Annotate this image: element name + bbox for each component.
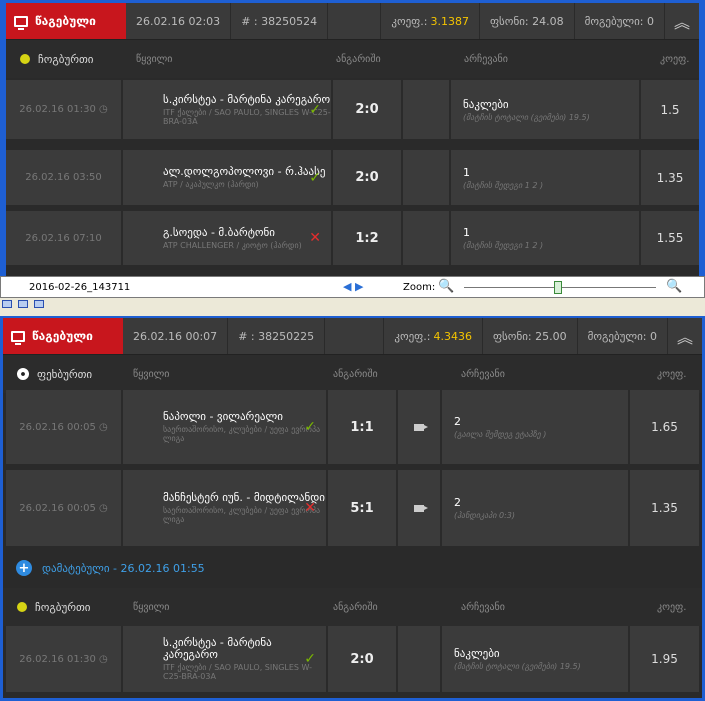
bet-row: 26.02.16 07:10 გ.სოედა - მ.ბარტონი ATP CH… — [6, 211, 699, 265]
window-icon[interactable] — [2, 300, 12, 308]
window-icon[interactable] — [18, 300, 28, 308]
bet-row: 26.02.16 03:50 ალ.დოლგოპოლოვი - რ.ჰაასე A… — [6, 150, 699, 205]
sport-label: ფეხბურთი — [3, 368, 133, 381]
ticket-number: # : 38250225 — [228, 318, 326, 354]
video-camera-icon[interactable] — [414, 423, 428, 431]
col-choice: არჩევანი — [464, 53, 508, 65]
soccer-ball-icon — [17, 368, 29, 380]
col-odds: კოეფ. — [660, 53, 690, 65]
prev-next-arrows-icon[interactable]: ◀ ▶ — [343, 280, 363, 293]
sport-label: ჩოგბურთი — [6, 53, 136, 66]
winnings: მოგებული: 0 — [578, 318, 668, 354]
ticket-header: წაგებული 26.02.16 02:03 # : 38250524 კოე… — [6, 3, 699, 40]
file-name: 2016-02-26_143711 — [29, 282, 131, 293]
stake: ფსონი: 24.08 — [480, 3, 575, 39]
window-icon[interactable] — [34, 300, 44, 308]
win-check-icon: ✓ — [304, 651, 316, 667]
column-header: ჩოგბურთი წყვილი ანგარიში არჩევანი კოეფ. — [3, 588, 702, 626]
bet-row: 26.02.16 00:05 ◷ მანჩესტერ იუნ. - მიდტილ… — [6, 470, 699, 546]
ticket-number: # : 38250524 — [231, 3, 329, 39]
monitor-icon — [11, 330, 25, 345]
sport-label: ჩოგბურთი — [3, 601, 133, 614]
total-odds: კოეფ.: 3.1387 — [381, 3, 480, 39]
collapse-chevron-icon[interactable]: ︽ — [665, 3, 699, 39]
window-strip — [0, 298, 705, 316]
winnings: მოგებული: 0 — [575, 3, 665, 39]
ticket-datetime: 26.02.16 02:03 — [126, 3, 232, 39]
win-check-icon: ✓ — [309, 101, 321, 118]
column-header: ფეხბურთი წყვილი ანგარიში არჩევანი კოეფ. — [3, 355, 702, 393]
column-header: ჩოგბურთი წყვილი ანგარიში არჩევანი კოეფ. — [6, 40, 699, 78]
lost-badge: წაგებული — [3, 318, 123, 354]
bet-row: 26.02.16 01:30 ◷ ს.კირსტეა - მარტინა კარ… — [6, 80, 699, 139]
zoom-slider-thumb[interactable] — [554, 281, 562, 294]
col-result: ანგარიში — [336, 53, 381, 65]
tennis-ball-icon — [17, 602, 27, 612]
video-camera-icon[interactable] — [414, 504, 428, 512]
col-event: წყვილი — [136, 53, 173, 65]
ticket-datetime: 26.02.16 00:07 — [123, 318, 229, 354]
zoom-out-icon[interactable]: 🔍 — [438, 279, 454, 294]
win-check-icon: ✓ — [309, 169, 321, 186]
bet-row: 26.02.16 01:30 ◷ ს.კირსტეა - მარტინა კარ… — [6, 626, 699, 692]
tennis-ball-icon — [20, 54, 30, 64]
plus-icon[interactable]: + — [16, 560, 32, 576]
total-odds: კოეფ.: 4.3436 — [384, 318, 483, 354]
ticket-header: წაგებული 26.02.16 00:07 # : 38250225 კოე… — [3, 318, 702, 355]
loss-cross-icon: ✕ — [304, 500, 316, 516]
stake: ფსონი: 25.00 — [483, 318, 578, 354]
win-check-icon: ✓ — [304, 419, 316, 435]
bet-row: 26.02.16 00:05 ◷ ნაპოლი - ვილარეალი საერთ… — [6, 390, 699, 464]
viewer-statusbar: 2016-02-26_143711 ◀ ▶ Zoom: 🔍 🔍 — [0, 276, 705, 298]
added-bet-link[interactable]: + დამატებული - 26.02.16 01:55 — [6, 549, 699, 587]
loss-cross-icon: ✕ — [309, 230, 321, 246]
lost-badge: წაგებული — [6, 3, 126, 39]
monitor-icon — [14, 15, 28, 30]
collapse-chevron-icon[interactable]: ︽ — [668, 318, 702, 354]
zoom-label: Zoom: — [403, 282, 436, 293]
zoom-in-icon[interactable]: 🔍 — [666, 279, 682, 294]
